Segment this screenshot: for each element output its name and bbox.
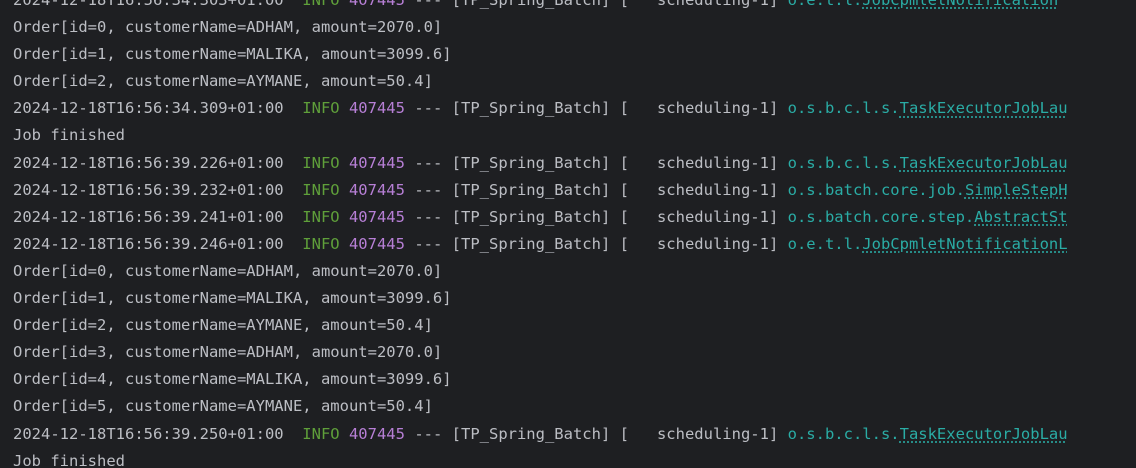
log-separator: --- bbox=[414, 0, 443, 9]
log-logger-package: o.s.b.c.l.s. bbox=[787, 153, 900, 172]
log-level: INFO bbox=[302, 153, 340, 172]
log-app-name: [TP_Spring_Batch] bbox=[451, 153, 611, 172]
log-logger-class-link[interactable]: JobCpmletNotificationL bbox=[862, 235, 1067, 253]
log-pid: 407445 bbox=[348, 153, 405, 172]
log-line: 2024-12-18T16:56:39.241+01:00 INFO 40744… bbox=[13, 204, 1136, 231]
output-line: Order[id=1, customerName=MALIKA, amount=… bbox=[13, 41, 1136, 68]
log-timestamp: 2024-12-18T16:56:39.232+01:00 bbox=[13, 180, 284, 199]
log-pid: 407445 bbox=[348, 180, 405, 199]
output-text: Job finished bbox=[13, 126, 125, 145]
output-line: Job finished bbox=[13, 122, 1136, 149]
log-timestamp: 2024-12-18T16:56:34.309+01:00 bbox=[13, 99, 284, 118]
log-thread: [ scheduling-1] bbox=[619, 234, 779, 253]
log-pid: 407445 bbox=[348, 424, 405, 443]
log-app-name: [TP_Spring_Batch] bbox=[451, 180, 611, 199]
output-line: Order[id=4, customerName=MALIKA, amount=… bbox=[13, 366, 1136, 393]
output-line: Order[id=1, customerName=MALIKA, amount=… bbox=[13, 285, 1136, 312]
log-separator: --- bbox=[414, 234, 443, 253]
log-line: 2024-12-18T16:56:39.250+01:00 INFO 40744… bbox=[13, 421, 1136, 448]
output-text: Order[id=2, customerName=AYMANE, amount=… bbox=[13, 72, 433, 91]
output-line: Order[id=0, customerName=ADHAM, amount=2… bbox=[13, 14, 1136, 41]
output-line: Order[id=2, customerName=AYMANE, amount=… bbox=[13, 312, 1136, 339]
output-line: Order[id=3, customerName=ADHAM, amount=2… bbox=[13, 339, 1136, 366]
log-thread: [ scheduling-1] bbox=[619, 99, 779, 118]
output-text: Order[id=1, customerName=MALIKA, amount=… bbox=[13, 289, 452, 308]
output-text: Order[id=0, customerName=ADHAM, amount=2… bbox=[13, 261, 443, 280]
log-logger-package: o.s.batch.core.job. bbox=[787, 180, 965, 199]
log-level: INFO bbox=[302, 207, 340, 226]
output-text: Order[id=4, customerName=MALIKA, amount=… bbox=[13, 370, 452, 389]
log-logger-package: o.e.t.l. bbox=[787, 0, 863, 9]
output-line: Order[id=0, customerName=ADHAM, amount=2… bbox=[13, 258, 1136, 285]
log-logger-class-link[interactable]: TaskExecutorJobLau bbox=[900, 154, 1068, 172]
log-separator: --- bbox=[414, 99, 443, 118]
log-timestamp: 2024-12-18T16:56:39.250+01:00 bbox=[13, 424, 284, 443]
log-thread: [ scheduling-1] bbox=[619, 207, 779, 226]
log-pid: 407445 bbox=[348, 234, 405, 253]
log-app-name: [TP_Spring_Batch] bbox=[451, 0, 611, 9]
log-level: INFO bbox=[302, 180, 340, 199]
output-text: Job finished bbox=[13, 451, 125, 468]
log-level: INFO bbox=[302, 424, 340, 443]
output-line: Job finished bbox=[13, 448, 1136, 468]
log-logger-package: o.s.b.c.l.s. bbox=[787, 424, 900, 443]
output-text: Order[id=5, customerName=AYMANE, amount=… bbox=[13, 397, 433, 416]
log-level: INFO bbox=[302, 0, 340, 9]
log-line: 2024-12-18T16:56:34.303+01:00 INFO 40744… bbox=[13, 0, 1136, 14]
log-app-name: [TP_Spring_Batch] bbox=[451, 424, 611, 443]
output-line: Order[id=5, customerName=AYMANE, amount=… bbox=[13, 393, 1136, 420]
log-logger-package: o.s.b.c.l.s. bbox=[787, 99, 900, 118]
log-logger-class-link[interactable]: SimpleStepH bbox=[965, 181, 1068, 199]
log-app-name: [TP_Spring_Batch] bbox=[451, 207, 611, 226]
output-text: Order[id=1, customerName=MALIKA, amount=… bbox=[13, 45, 452, 64]
log-line: 2024-12-18T16:56:39.246+01:00 INFO 40744… bbox=[13, 231, 1136, 258]
output-text: Order[id=0, customerName=ADHAM, amount=2… bbox=[13, 18, 443, 37]
log-logger-class-link[interactable]: AbstractSt bbox=[974, 208, 1067, 226]
log-separator: --- bbox=[414, 180, 443, 199]
log-pid: 407445 bbox=[348, 207, 405, 226]
log-line: 2024-12-18T16:56:39.226+01:00 INFO 40744… bbox=[13, 150, 1136, 177]
log-app-name: [TP_Spring_Batch] bbox=[451, 99, 611, 118]
output-line: Order[id=2, customerName=AYMANE, amount=… bbox=[13, 68, 1136, 95]
output-text: Order[id=2, customerName=AYMANE, amount=… bbox=[13, 316, 433, 335]
log-logger-class-link[interactable]: JobCpmletNotification bbox=[862, 0, 1058, 9]
log-separator: --- bbox=[414, 424, 443, 443]
log-thread: [ scheduling-1] bbox=[619, 0, 779, 9]
log-logger-class-link[interactable]: TaskExecutorJobLau bbox=[900, 99, 1068, 117]
log-pid: 407445 bbox=[348, 99, 405, 118]
log-thread: [ scheduling-1] bbox=[619, 153, 779, 172]
log-level: INFO bbox=[302, 99, 340, 118]
output-text: Order[id=3, customerName=ADHAM, amount=2… bbox=[13, 343, 443, 362]
log-timestamp: 2024-12-18T16:56:39.246+01:00 bbox=[13, 234, 284, 253]
log-timestamp: 2024-12-18T16:56:39.241+01:00 bbox=[13, 207, 284, 226]
log-thread: [ scheduling-1] bbox=[619, 180, 779, 199]
log-app-name: [TP_Spring_Batch] bbox=[451, 234, 611, 253]
log-line: 2024-12-18T16:56:39.232+01:00 INFO 40744… bbox=[13, 177, 1136, 204]
log-timestamp: 2024-12-18T16:56:34.303+01:00 bbox=[13, 0, 284, 9]
log-thread: [ scheduling-1] bbox=[619, 424, 779, 443]
log-separator: --- bbox=[414, 207, 443, 226]
log-logger-package: o.s.batch.core.step. bbox=[787, 207, 975, 226]
console-lines: 2024-12-18T16:56:34.303+01:00 INFO 40744… bbox=[13, 0, 1136, 468]
log-pid: 407445 bbox=[348, 0, 405, 9]
log-logger-class-link[interactable]: TaskExecutorJobLau bbox=[900, 425, 1068, 443]
log-separator: --- bbox=[414, 153, 443, 172]
log-timestamp: 2024-12-18T16:56:39.226+01:00 bbox=[13, 153, 284, 172]
log-level: INFO bbox=[302, 234, 340, 253]
log-line: 2024-12-18T16:56:34.309+01:00 INFO 40744… bbox=[13, 95, 1136, 122]
log-logger-package: o.e.t.l. bbox=[787, 234, 863, 253]
console-output[interactable]: 2024-12-18T16:56:34.303+01:00 INFO 40744… bbox=[0, 0, 1136, 468]
